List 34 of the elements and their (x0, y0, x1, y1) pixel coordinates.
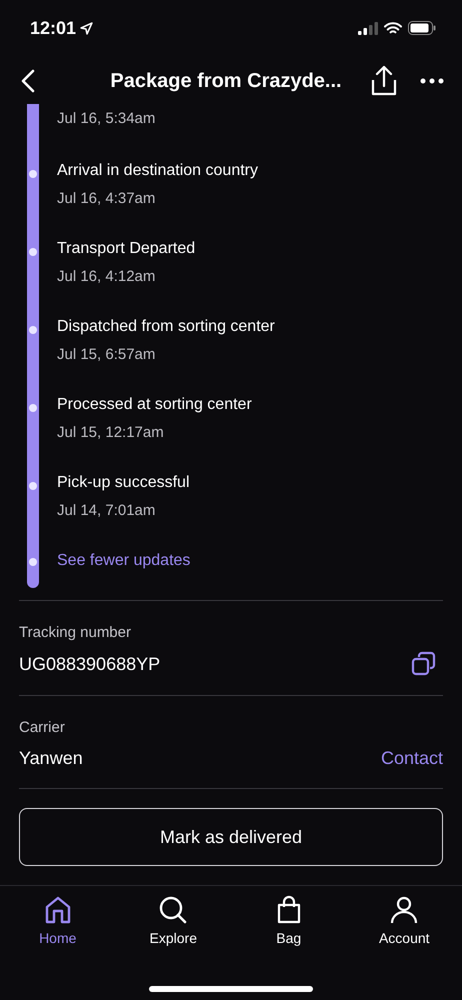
carrier-name: Yanwen (19, 747, 83, 770)
share-icon (369, 64, 399, 98)
event-date: Jul 16, 4:37am (57, 189, 156, 209)
tab-item[interactable]: Account (359, 894, 450, 958)
more-icon (420, 78, 444, 84)
location-icon (80, 22, 94, 34)
event-title: Pick-up successful (57, 473, 190, 493)
event-date: Jul 14, 7:01am (57, 501, 156, 521)
tab-item[interactable]: Explore (128, 894, 218, 958)
tracking-number: UG088390688YP (19, 653, 160, 676)
field-label: Tracking number (19, 623, 132, 643)
wifi-icon (384, 22, 402, 34)
signal-icon (358, 22, 378, 34)
see-fewer-link[interactable]: See fewer updates (57, 550, 190, 572)
tab-item[interactable]: Home (12, 894, 103, 958)
back-icon (21, 69, 35, 93)
event-date: Jul 15, 6:57am (57, 345, 156, 365)
status-time: 12:01 (30, 18, 76, 38)
event-title: Transport Departed (57, 239, 196, 259)
contact-link[interactable]: Contact (380, 748, 443, 768)
event-title: Processed at sorting center (57, 395, 253, 415)
tab-item[interactable]: Bag (244, 894, 334, 958)
event-date: Jul 16, 5:34am (57, 109, 156, 129)
search-icon (157, 894, 190, 926)
event-title: Arrival in destination country (57, 161, 259, 181)
event-date: Jul 16, 4:12am (57, 267, 156, 287)
mark-delivered-button[interactable]: Mark as delivered (19, 808, 443, 866)
event-date: Jul 15, 12:17am (57, 423, 165, 443)
copy-button[interactable] (411, 651, 437, 677)
page-title: Package from Crazyde... (109, 70, 343, 92)
copy-icon (411, 651, 437, 677)
field-label: Carrier (19, 718, 66, 738)
event-title: Dispatched from sorting center (57, 317, 276, 337)
battery-icon (408, 21, 436, 35)
